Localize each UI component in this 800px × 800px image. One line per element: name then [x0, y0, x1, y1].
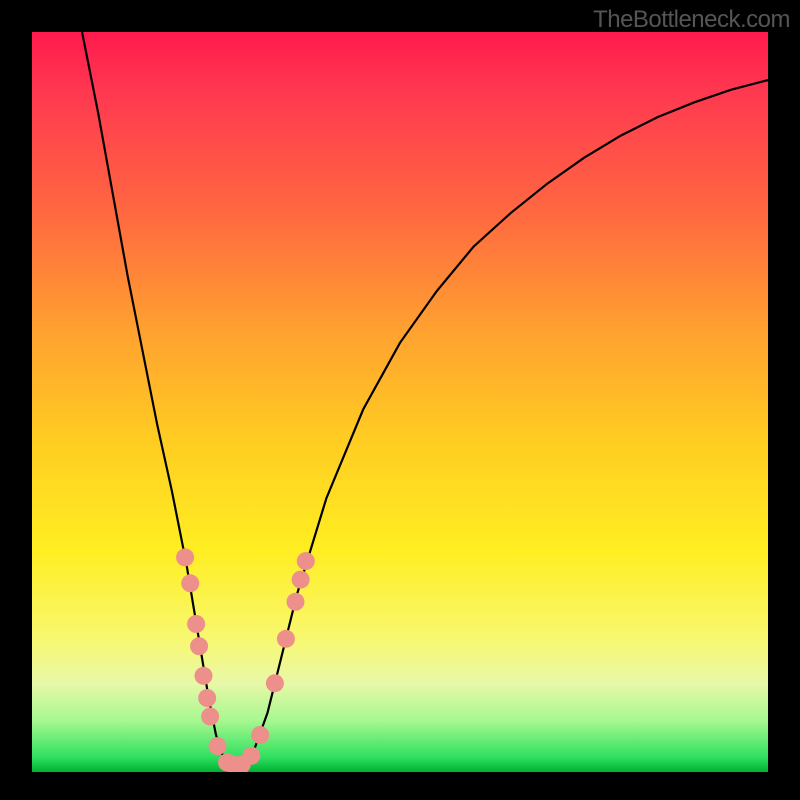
data-point — [187, 615, 205, 633]
data-point — [242, 747, 260, 765]
data-point — [251, 726, 269, 744]
data-point — [208, 737, 226, 755]
data-point — [176, 548, 194, 566]
chart-plot-area — [32, 32, 768, 772]
chart-svg — [32, 32, 768, 772]
attribution-text: TheBottleneck.com — [593, 6, 790, 34]
data-point — [198, 689, 216, 707]
data-point — [190, 637, 208, 655]
data-point — [181, 574, 199, 592]
data-point — [201, 708, 219, 726]
data-point — [286, 593, 304, 611]
bottleneck-curve — [82, 32, 768, 765]
data-point — [297, 552, 315, 570]
data-point — [266, 674, 284, 692]
data-points-group — [176, 548, 315, 772]
data-point — [277, 630, 295, 648]
data-point — [194, 667, 212, 685]
data-point — [292, 571, 310, 589]
